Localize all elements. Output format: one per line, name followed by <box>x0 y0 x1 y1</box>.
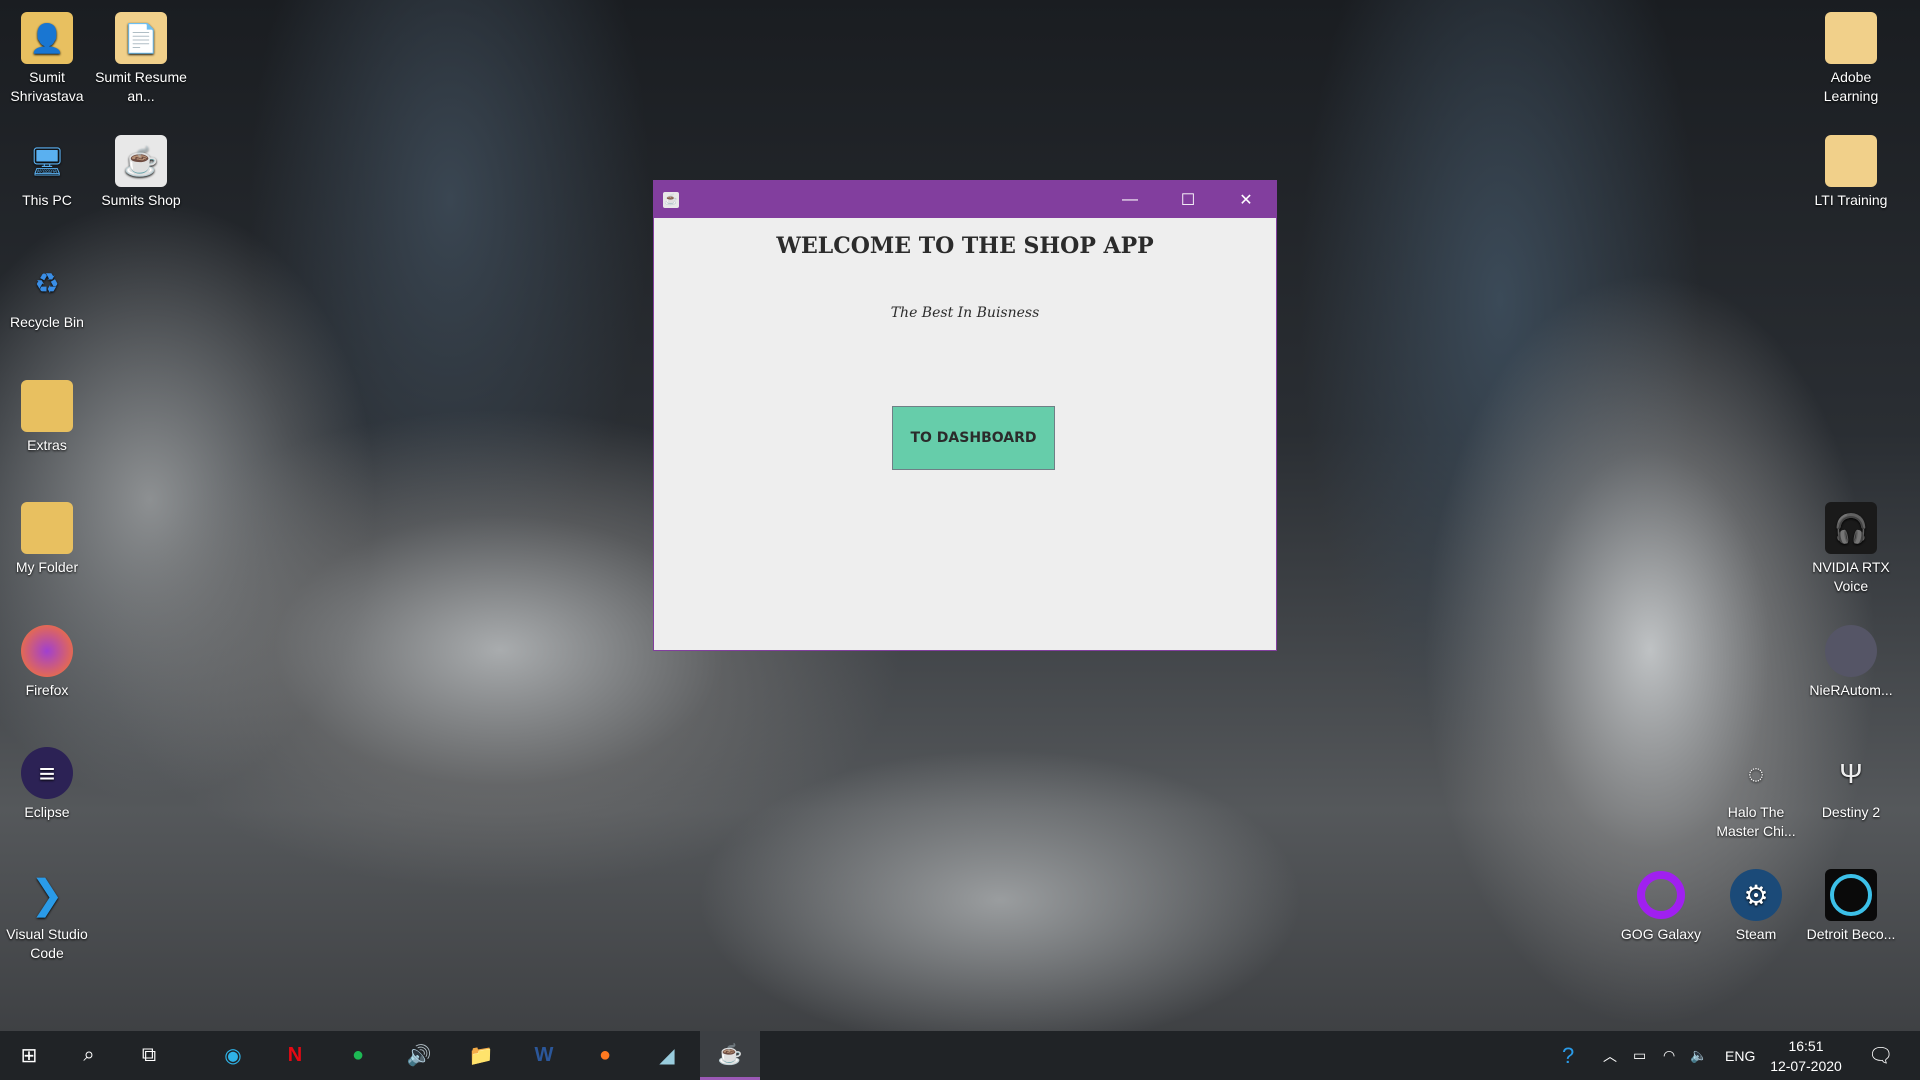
desktop-icon-sumit-shrivastava[interactable]: 👤 Sumit Shrivastava <box>1 12 93 106</box>
desktop-icon-destiny[interactable]: Ψ Destiny 2 <box>1805 747 1897 822</box>
halo-icon: ◌ <box>1747 757 1765 789</box>
desktop-icon-my-folder[interactable]: My Folder <box>1 502 93 577</box>
desktop-icon-vscode[interactable]: ❯ Visual Studio Code <box>1 869 93 963</box>
desktop-icon-sumits-shop[interactable]: ☕ Sumits Shop <box>95 135 187 210</box>
minimize-button[interactable]: — <box>1101 181 1159 218</box>
steam-icon: ⚙ <box>1730 869 1782 921</box>
desktop-icon-nier[interactable]: NieRAutom... <box>1805 625 1897 700</box>
firefox-icon <box>21 625 73 677</box>
clock[interactable]: 16:51 12-07-2020 <box>1768 1031 1844 1080</box>
eclipse-icon: ≡ <box>21 747 73 799</box>
desktop-icon-adobe-learning[interactable]: Adobe Learning <box>1805 12 1897 106</box>
desktop-icon-nvidia[interactable]: 🎧 NVIDIA RTX Voice <box>1805 502 1897 596</box>
notification-icon[interactable]: 🗨 <box>1868 1031 1893 1080</box>
desktop-icon-lti-training[interactable]: LTI Training <box>1805 135 1897 210</box>
volume-icon[interactable]: 🔈 <box>1690 1031 1707 1080</box>
desktop-icon-recycle-bin[interactable]: ♻ Recycle Bin <box>1 257 93 332</box>
recycle-bin-icon: ♻ <box>34 267 60 299</box>
java-icon: ☕ <box>115 135 167 187</box>
user-folder-icon: 👤 <box>21 12 73 64</box>
audio-app-icon[interactable]: 🔊 <box>394 1031 444 1080</box>
task-view-icon[interactable]: ⧉ <box>124 1031 174 1080</box>
edge-icon[interactable]: ◉ <box>208 1031 258 1080</box>
desktop-icon-firefox[interactable]: Firefox <box>1 625 93 700</box>
chevron-up-icon[interactable]: ︿ <box>1603 1031 1617 1080</box>
welcome-heading: WELCOME TO THE SHOP APP <box>776 233 1154 259</box>
netflix-icon[interactable]: N <box>270 1031 320 1080</box>
spotify-icon[interactable]: ● <box>333 1031 383 1080</box>
folder-icon <box>1825 135 1877 187</box>
desktop-icon-gog[interactable]: GOG Galaxy <box>1615 869 1707 944</box>
tagline: The Best In Buisness <box>890 305 1040 321</box>
close-button[interactable]: ✕ <box>1217 181 1275 218</box>
desktop-icon-halo[interactable]: ◌ Halo The Master Chi... <box>1710 747 1802 841</box>
detroit-icon <box>1825 869 1877 921</box>
gog-icon <box>1635 869 1687 921</box>
date: 12-07-2020 <box>1770 1057 1842 1074</box>
desktop-icon-detroit[interactable]: Detroit Beco... <box>1805 869 1897 944</box>
game-icon <box>1825 625 1877 677</box>
nvidia-icon: 🎧 <box>1825 502 1877 554</box>
maximize-button[interactable]: ☐ <box>1159 181 1217 218</box>
start-windows-icon[interactable]: ⊞ <box>4 1031 54 1080</box>
desktop-icon-extras[interactable]: Extras <box>1 380 93 455</box>
firefox-icon[interactable]: ● <box>580 1031 630 1080</box>
computer-icon: 🖥 <box>29 145 65 177</box>
folder-icon <box>21 380 73 432</box>
vscode-icon: ❯ <box>30 872 64 917</box>
file-explorer-icon[interactable]: 📁 <box>456 1031 506 1080</box>
java-icon: ☕ <box>663 191 679 208</box>
destiny-icon: Ψ <box>1839 757 1863 789</box>
desktop-icon-eclipse[interactable]: ≡ Eclipse <box>1 747 93 822</box>
folder-icon <box>21 502 73 554</box>
word-icon[interactable]: W <box>519 1031 569 1080</box>
java-app-taskbar-icon[interactable]: ☕ <box>700 1031 760 1080</box>
to-dashboard-button[interactable]: TO DASHBOARD <box>892 406 1055 470</box>
battery-icon[interactable]: ▭ <box>1633 1031 1646 1080</box>
title-bar[interactable]: ☕ — ☐ ✕ <box>654 181 1276 218</box>
search-icon[interactable]: ⌕ <box>64 1031 114 1080</box>
desktop-icon-this-pc[interactable]: 🖥 This PC <box>1 135 93 210</box>
app-icon[interactable]: ◢ <box>642 1031 692 1080</box>
help-icon[interactable]: ? <box>1562 1031 1574 1080</box>
time: 16:51 <box>1788 1037 1824 1054</box>
shop-app-window: ☕ — ☐ ✕ WELCOME TO THE SHOP APP The Best… <box>653 180 1277 651</box>
pdf-folder-icon: 📄 <box>115 12 167 64</box>
wifi-icon[interactable]: ◠ <box>1663 1031 1675 1080</box>
desktop-icon-steam[interactable]: ⚙ Steam <box>1710 869 1802 944</box>
taskbar: ⊞ ⌕ ⧉ ◉ N ● 🔊 📁 W ● ◢ ☕ ? ︿ ▭ ◠ 🔈 ENG 16… <box>0 1031 1920 1080</box>
language-indicator[interactable]: ENG <box>1725 1031 1755 1080</box>
desktop-icon-resume[interactable]: 📄 Sumit Resume an... <box>95 12 187 106</box>
folder-icon <box>1825 12 1877 64</box>
